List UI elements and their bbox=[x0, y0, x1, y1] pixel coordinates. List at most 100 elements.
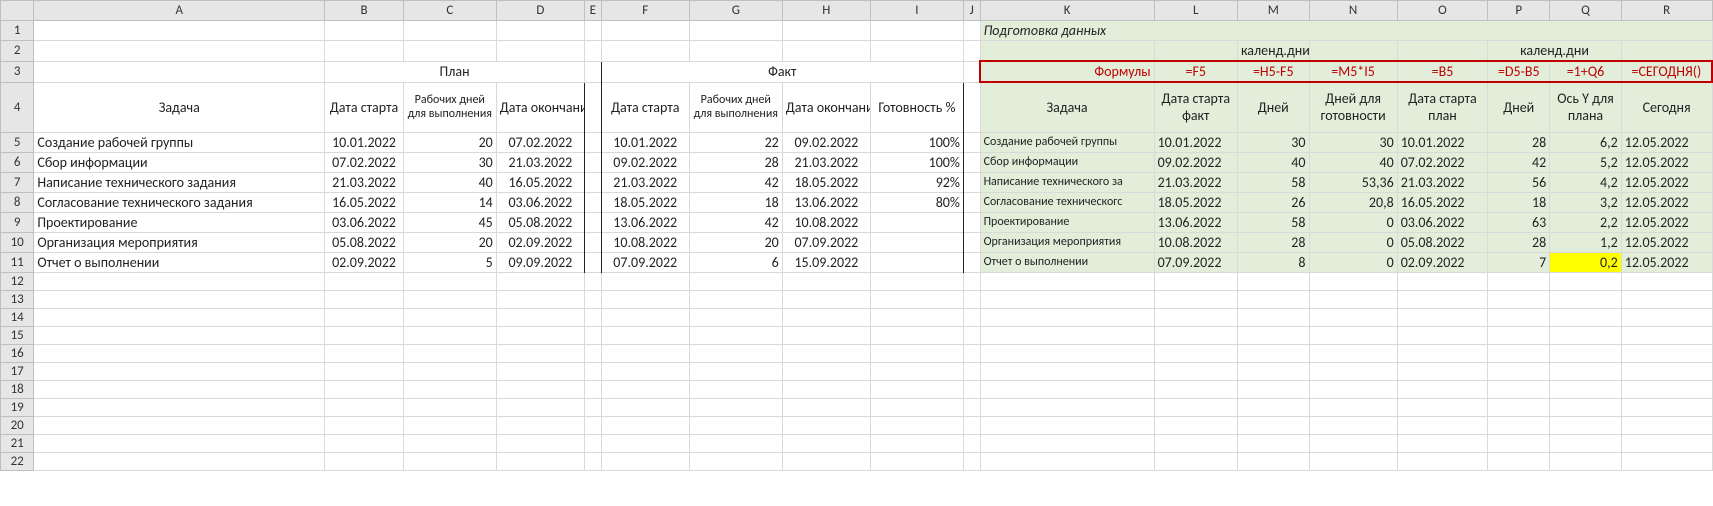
row-header-5[interactable]: 5 bbox=[1, 132, 34, 152]
q-val[interactable]: 6,2 bbox=[1550, 132, 1622, 152]
cell[interactable] bbox=[601, 416, 689, 434]
n-val[interactable]: 30 bbox=[1309, 132, 1397, 152]
o-val[interactable]: 21.03.2022 bbox=[1397, 172, 1488, 192]
cell[interactable] bbox=[1397, 308, 1488, 326]
plan-end[interactable]: 02.09.2022 bbox=[496, 232, 584, 252]
plan-days[interactable]: 5 bbox=[403, 252, 496, 272]
cell[interactable] bbox=[325, 398, 404, 416]
cell[interactable] bbox=[870, 21, 963, 41]
cell[interactable] bbox=[1550, 290, 1622, 308]
fact-days[interactable]: 20 bbox=[689, 232, 782, 252]
cell[interactable] bbox=[963, 452, 980, 470]
formula-Q[interactable]: =1+Q6 bbox=[1550, 61, 1622, 82]
cell[interactable] bbox=[980, 380, 1154, 398]
fact-start[interactable]: 10.01.2022 bbox=[601, 132, 689, 152]
cell[interactable] bbox=[963, 82, 980, 132]
cell[interactable] bbox=[34, 272, 325, 290]
plan-days[interactable]: 45 bbox=[403, 212, 496, 232]
p-val[interactable]: 63 bbox=[1488, 212, 1550, 232]
cell[interactable] bbox=[601, 380, 689, 398]
m-val[interactable]: 28 bbox=[1238, 232, 1310, 252]
cell[interactable] bbox=[584, 252, 601, 272]
cell[interactable] bbox=[496, 362, 584, 380]
fact-end[interactable]: 18.05.2022 bbox=[782, 172, 870, 192]
row-header-13[interactable]: 13 bbox=[1, 290, 34, 308]
l-val[interactable]: 10.08.2022 bbox=[1154, 232, 1237, 252]
n-val[interactable]: 53,36 bbox=[1309, 172, 1397, 192]
row-header-19[interactable]: 19 bbox=[1, 398, 34, 416]
cell[interactable] bbox=[496, 290, 584, 308]
p-val[interactable]: 7 bbox=[1488, 252, 1550, 272]
cell[interactable] bbox=[1309, 41, 1397, 62]
cell[interactable] bbox=[963, 434, 980, 452]
cell[interactable] bbox=[403, 344, 496, 362]
cell[interactable] bbox=[689, 344, 782, 362]
cell[interactable] bbox=[1154, 308, 1237, 326]
fact-start[interactable]: 10.08.2022 bbox=[601, 232, 689, 252]
cell[interactable] bbox=[1397, 416, 1488, 434]
cell[interactable] bbox=[1238, 290, 1310, 308]
cell[interactable] bbox=[584, 290, 601, 308]
cell[interactable] bbox=[584, 21, 601, 41]
cell[interactable] bbox=[870, 272, 963, 290]
cell[interactable] bbox=[689, 416, 782, 434]
cell[interactable] bbox=[1154, 362, 1237, 380]
p-val[interactable]: 18 bbox=[1488, 192, 1550, 212]
row-header-18[interactable]: 18 bbox=[1, 380, 34, 398]
col-header-C[interactable]: C bbox=[403, 1, 496, 21]
cell[interactable] bbox=[403, 380, 496, 398]
cell[interactable] bbox=[34, 61, 325, 82]
cell[interactable] bbox=[584, 172, 601, 192]
cell[interactable] bbox=[963, 172, 980, 192]
row-header-4[interactable]: 4 bbox=[1, 82, 34, 132]
cell[interactable] bbox=[584, 82, 601, 132]
cell[interactable] bbox=[1154, 398, 1237, 416]
cell[interactable] bbox=[689, 41, 782, 62]
col-header-Q[interactable]: Q bbox=[1550, 1, 1622, 21]
plan-end[interactable]: 07.02.2022 bbox=[496, 132, 584, 152]
cell[interactable] bbox=[496, 344, 584, 362]
fact-title[interactable]: Факт bbox=[601, 61, 963, 82]
cell[interactable] bbox=[1550, 398, 1622, 416]
l-val[interactable]: 07.09.2022 bbox=[1154, 252, 1237, 272]
cell[interactable] bbox=[870, 398, 963, 416]
r-val[interactable]: 12.05.2022 bbox=[1621, 152, 1712, 172]
plan-start[interactable]: 10.01.2022 bbox=[325, 132, 404, 152]
cell[interactable] bbox=[403, 290, 496, 308]
fact-start[interactable]: 18.05.2022 bbox=[601, 192, 689, 212]
cell[interactable] bbox=[1621, 344, 1712, 362]
cell[interactable] bbox=[689, 308, 782, 326]
row-header-9[interactable]: 9 bbox=[1, 212, 34, 232]
l-val[interactable]: 10.01.2022 bbox=[1154, 132, 1237, 152]
ready-pct[interactable]: 80% bbox=[870, 192, 963, 212]
cell[interactable] bbox=[1397, 452, 1488, 470]
p-val[interactable]: 56 bbox=[1488, 172, 1550, 192]
cell[interactable] bbox=[584, 416, 601, 434]
col-header-A[interactable]: A bbox=[34, 1, 325, 21]
cell[interactable] bbox=[325, 452, 404, 470]
cell[interactable] bbox=[403, 41, 496, 62]
cell[interactable] bbox=[1550, 308, 1622, 326]
cell[interactable] bbox=[601, 21, 689, 41]
cell[interactable] bbox=[689, 290, 782, 308]
cell[interactable] bbox=[980, 290, 1154, 308]
p-val[interactable]: 28 bbox=[1488, 232, 1550, 252]
cell[interactable] bbox=[584, 132, 601, 152]
o-val[interactable]: 03.06.2022 bbox=[1397, 212, 1488, 232]
cell[interactable] bbox=[980, 308, 1154, 326]
cell[interactable] bbox=[1397, 272, 1488, 290]
calendays-2[interactable]: календ.дни bbox=[1488, 41, 1621, 62]
task-name[interactable]: Отчет о выполнении bbox=[34, 252, 325, 272]
cell[interactable] bbox=[1550, 452, 1622, 470]
cell[interactable] bbox=[782, 308, 870, 326]
row-header-10[interactable]: 10 bbox=[1, 232, 34, 252]
cell[interactable] bbox=[403, 452, 496, 470]
r-val[interactable]: 12.05.2022 bbox=[1621, 232, 1712, 252]
cell[interactable] bbox=[963, 232, 980, 252]
col-header-P[interactable]: P bbox=[1488, 1, 1550, 21]
cell[interactable] bbox=[496, 41, 584, 62]
r-val[interactable]: 12.05.2022 bbox=[1621, 172, 1712, 192]
cell[interactable] bbox=[1550, 326, 1622, 344]
cell[interactable] bbox=[601, 308, 689, 326]
cell[interactable] bbox=[325, 308, 404, 326]
